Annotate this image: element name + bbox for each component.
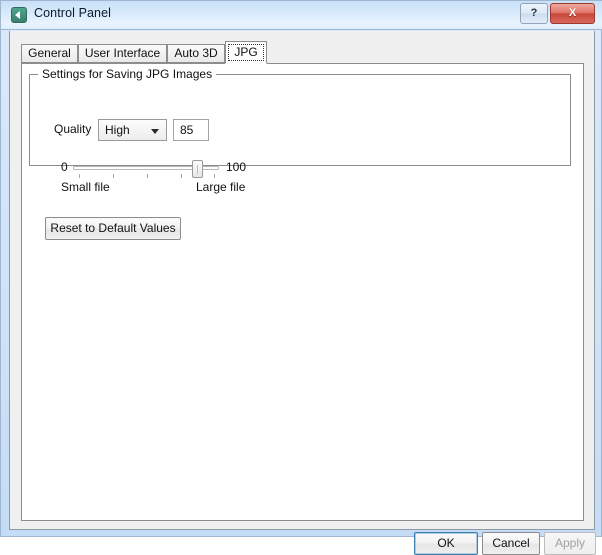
- ok-button[interactable]: OK: [414, 532, 478, 555]
- reset-to-default-values-button[interactable]: Reset to Default Values: [45, 217, 181, 240]
- quality-slider[interactable]: [73, 159, 219, 181]
- quality-dropdown-value: High: [105, 123, 130, 137]
- slider-max-label: 100: [226, 160, 247, 174]
- quality-label: Quality: [54, 122, 92, 136]
- tab-auto-3d-label: Auto 3D: [174, 46, 218, 60]
- back-arrow-glyph: [15, 11, 20, 19]
- slider-min-label: 0: [61, 160, 68, 174]
- cancel-button[interactable]: Cancel: [482, 532, 540, 555]
- window-title: Control Panel: [34, 6, 112, 20]
- tab-user-interface[interactable]: User Interface: [78, 44, 167, 63]
- tab-user-interface-label: User Interface: [84, 46, 161, 60]
- tab-auto-3d[interactable]: Auto 3D: [167, 44, 225, 63]
- groupbox-title: Settings for Saving JPG Images: [38, 67, 217, 81]
- apply-button: Apply: [544, 532, 596, 555]
- tab-jpg-label: JPG: [234, 45, 258, 59]
- dialog-body: General User Interface Auto 3D JPG Setti…: [9, 31, 596, 555]
- close-button[interactable]: X: [550, 3, 595, 24]
- slider-tick: [181, 174, 182, 178]
- help-button[interactable]: ?: [520, 3, 548, 24]
- slider-tick: [147, 174, 148, 178]
- slider-large-file-label: Large file: [196, 180, 246, 194]
- tab-general-label: General: [28, 46, 71, 60]
- slider-tick: [113, 174, 114, 178]
- tab-jpg[interactable]: JPG: [225, 41, 267, 64]
- slider-thumb-notch: [197, 165, 198, 174]
- close-icon: X: [568, 7, 577, 19]
- title-bar[interactable]: Control Panel ? X: [1, 1, 602, 30]
- quality-value-input[interactable]: [173, 119, 209, 141]
- slider-tick: [214, 174, 215, 178]
- application-window: Control Panel ? X General User Interface…: [0, 0, 602, 555]
- slider-small-file-label: Small file: [61, 180, 110, 194]
- tab-general[interactable]: General: [21, 44, 78, 63]
- slider-thumb[interactable]: [192, 160, 203, 178]
- help-icon: ?: [530, 7, 538, 19]
- quality-dropdown[interactable]: High: [98, 119, 167, 141]
- back-arrow-icon: [11, 7, 27, 23]
- slider-tick: [79, 174, 80, 178]
- chevron-down-icon: [151, 129, 159, 134]
